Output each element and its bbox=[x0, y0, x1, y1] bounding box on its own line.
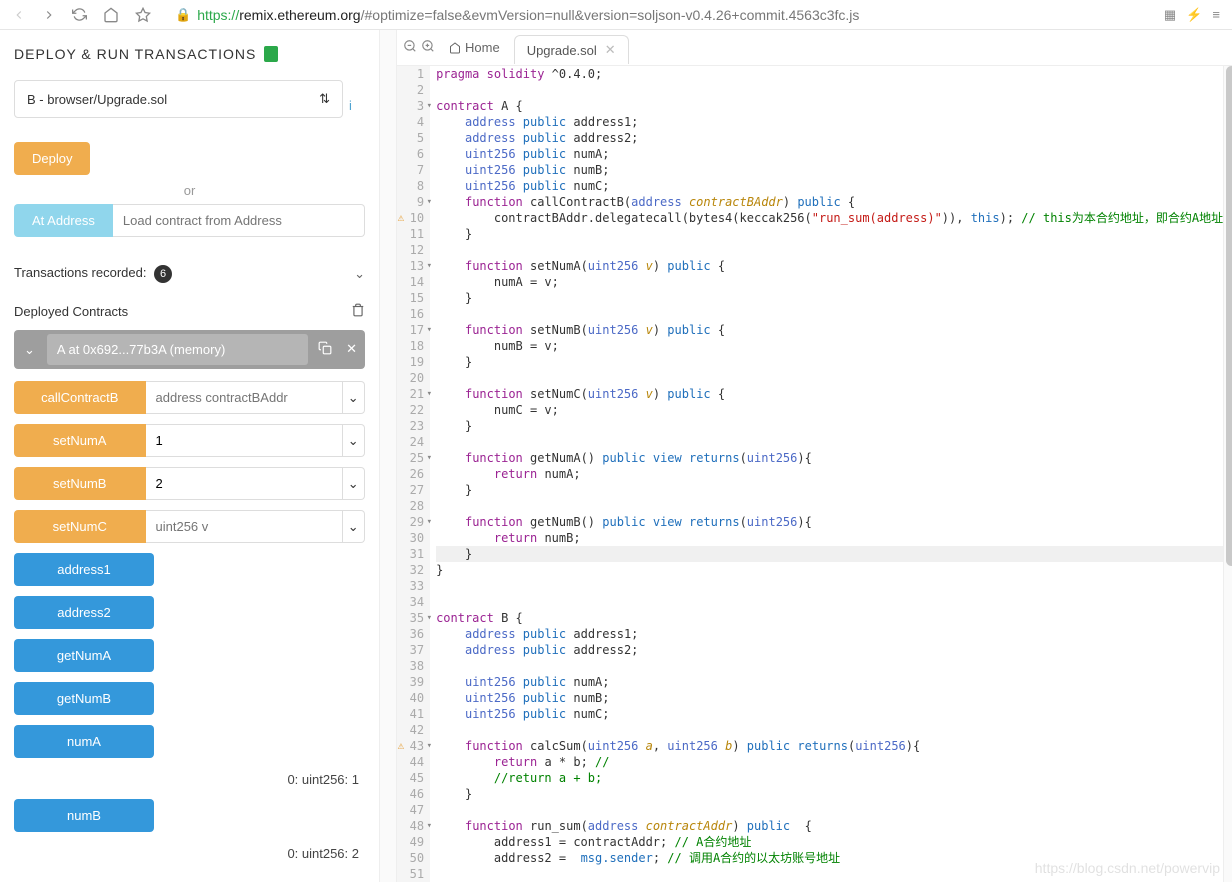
resize-handle[interactable] bbox=[380, 30, 397, 882]
chevron-down-icon[interactable]: ⌄ bbox=[354, 266, 365, 282]
fn-callContractB: callContractB ⌄ bbox=[14, 381, 365, 414]
chevron-down-icon[interactable]: ⌄ bbox=[343, 467, 365, 500]
zoom-in-icon[interactable] bbox=[421, 39, 435, 56]
info-icon[interactable]: i bbox=[349, 98, 352, 113]
fn-setNumC: setNumC ⌄ bbox=[14, 510, 365, 543]
deploy-button[interactable]: Deploy bbox=[14, 142, 90, 175]
fn-result-numB: 0: uint256: 2 bbox=[14, 842, 365, 873]
close-icon[interactable]: ✕ bbox=[342, 337, 361, 362]
contract-select[interactable]: B - browser/Upgrade.sol ⇅ bbox=[14, 80, 343, 118]
chevron-down-icon[interactable]: ⌄ bbox=[343, 424, 365, 457]
star-icon[interactable] bbox=[135, 7, 151, 23]
fn-numA: numA bbox=[14, 725, 365, 758]
close-tab-icon[interactable]: ✕ bbox=[605, 42, 616, 58]
fn-getNumA: getNumA bbox=[14, 639, 365, 672]
fn-button-address2[interactable]: address2 bbox=[14, 596, 154, 629]
scrollbar[interactable] bbox=[1223, 66, 1232, 882]
line-gutter: 1234567891011121314151617181920212223242… bbox=[405, 66, 430, 882]
trash-icon[interactable] bbox=[351, 303, 365, 320]
chevron-down-icon[interactable]: ⌄ bbox=[18, 342, 41, 358]
fn-input-callContractB[interactable] bbox=[146, 381, 343, 414]
deployed-contracts-header: Deployed Contracts bbox=[14, 293, 365, 330]
warning-gutter: ⚠⚠ bbox=[397, 66, 405, 882]
lock-icon: 🔒 bbox=[175, 7, 191, 23]
fn-button-getNumA[interactable]: getNumA bbox=[14, 639, 154, 672]
code-area[interactable]: pragma solidity ^0.4.0; contract A { add… bbox=[430, 66, 1223, 882]
fn-getNumB: getNumB bbox=[14, 682, 365, 715]
deploy-run-panel: DEPLOY & RUN TRANSACTIONS B - browser/Up… bbox=[0, 30, 380, 882]
zoom-out-icon[interactable] bbox=[403, 39, 417, 56]
reload-icon[interactable] bbox=[72, 7, 87, 22]
fn-input-setNumA[interactable] bbox=[146, 424, 343, 457]
or-label: or bbox=[14, 183, 365, 198]
fn-setNumB: setNumB ⌄ bbox=[14, 467, 365, 500]
copy-icon[interactable] bbox=[314, 337, 336, 362]
fn-button-callContractB[interactable]: callContractB bbox=[14, 381, 146, 414]
tx-recorded-header[interactable]: Transactions recorded: 6 ⌄ bbox=[14, 255, 365, 293]
fn-input-setNumC[interactable] bbox=[146, 510, 343, 543]
at-address-input[interactable] bbox=[113, 204, 365, 237]
chevron-updown-icon: ⇅ bbox=[319, 91, 330, 107]
fn-address1: address1 bbox=[14, 553, 365, 586]
fn-setNumA: setNumA ⌄ bbox=[14, 424, 365, 457]
editor-toolbar: Home Upgrade.sol ✕ bbox=[397, 30, 1232, 66]
fn-button-setNumB[interactable]: setNumB bbox=[14, 467, 146, 500]
doc-icon[interactable] bbox=[264, 46, 278, 62]
fn-button-setNumC[interactable]: setNumC bbox=[14, 510, 146, 543]
contract-name: A at 0x692...77b3A (memory) bbox=[47, 334, 308, 365]
fn-input-setNumB[interactable] bbox=[146, 467, 343, 500]
browser-toolbar: 🔒 https://remix.ethereum.org/#optimize=f… bbox=[0, 0, 1232, 30]
chevron-down-icon[interactable]: ⌄ bbox=[343, 510, 365, 543]
fn-address2: address2 bbox=[14, 596, 365, 629]
file-tab[interactable]: Upgrade.sol ✕ bbox=[514, 35, 629, 64]
editor: Home Upgrade.sol ✕ ⚠⚠ 123456789101112131… bbox=[397, 30, 1232, 882]
home-icon[interactable] bbox=[103, 7, 119, 23]
scroll-thumb[interactable] bbox=[1226, 66, 1232, 566]
bolt-icon[interactable]: ⚡ bbox=[1186, 7, 1202, 23]
fn-result-numA: 0: uint256: 1 bbox=[14, 768, 365, 799]
fn-button-getNumB[interactable]: getNumB bbox=[14, 682, 154, 715]
fn-button-numA[interactable]: numA bbox=[14, 725, 154, 758]
at-address-button[interactable]: At Address bbox=[14, 204, 113, 237]
home-tab[interactable]: Home bbox=[439, 40, 510, 55]
address-bar[interactable]: 🔒 https://remix.ethereum.org/#optimize=f… bbox=[167, 4, 1148, 26]
page-url: https://remix.ethereum.org/#optimize=fal… bbox=[197, 7, 859, 23]
menu-icon[interactable]: ≡ bbox=[1212, 7, 1220, 22]
contract-instance: ⌄ A at 0x692...77b3A (memory) ✕ bbox=[14, 330, 365, 369]
fn-button-numB[interactable]: numB bbox=[14, 799, 154, 832]
fn-button-setNumA[interactable]: setNumA bbox=[14, 424, 146, 457]
fn-numB: numB bbox=[14, 799, 365, 832]
browser-right-icons: ▦ ⚡ ≡ bbox=[1164, 7, 1220, 23]
fn-button-address1[interactable]: address1 bbox=[14, 553, 154, 586]
forward-icon[interactable] bbox=[42, 8, 56, 22]
chevron-down-icon[interactable]: ⌄ bbox=[343, 381, 365, 414]
panel-title: DEPLOY & RUN TRANSACTIONS bbox=[14, 46, 365, 62]
qr-icon[interactable]: ▦ bbox=[1164, 7, 1176, 23]
back-icon[interactable] bbox=[12, 8, 26, 22]
